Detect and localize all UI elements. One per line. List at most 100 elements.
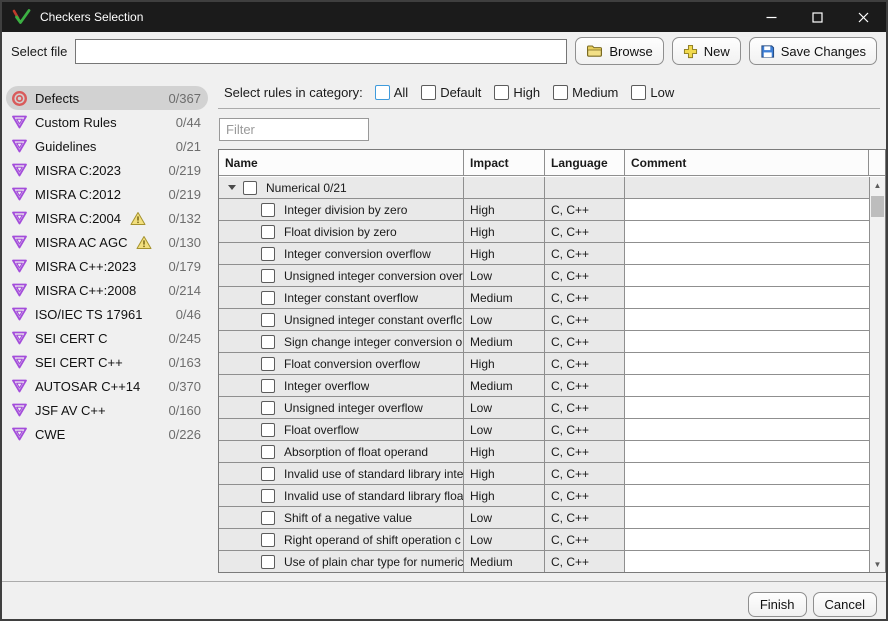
impact-cell: High: [464, 485, 545, 506]
comment-cell[interactable]: [625, 243, 869, 264]
comment-cell[interactable]: [625, 265, 869, 286]
new-button[interactable]: New: [672, 37, 741, 65]
default-checkbox[interactable]: [421, 85, 436, 100]
rule-checkbox[interactable]: [261, 445, 275, 459]
sidebar-item-misra-c-2012[interactable]: MISRA C:20120/219: [6, 182, 208, 206]
sidebar-item-autosar-c-14[interactable]: AUTOSAR C++140/370: [6, 374, 208, 398]
cancel-button[interactable]: Cancel: [813, 592, 877, 617]
table-scrollbar[interactable]: ▲ ▼: [869, 177, 885, 572]
category-select-bar: Select rules in category: AllDefaultHigh…: [224, 81, 687, 103]
impact-cell: Low: [464, 529, 545, 550]
sidebar-item-count: 0/226: [168, 427, 201, 442]
minimize-button[interactable]: [748, 2, 794, 32]
sidebar-item-label: Custom Rules: [35, 115, 117, 130]
rule-checkbox[interactable]: [261, 203, 275, 217]
impact-cell: Low: [464, 419, 545, 440]
comment-cell[interactable]: [625, 375, 869, 396]
column-header-comment[interactable]: Comment: [625, 150, 869, 175]
triangle-icon: [11, 354, 28, 370]
sidebar-item-label: Guidelines: [35, 139, 96, 154]
sidebar-item-jsf-av-c-[interactable]: JSF AV C++0/160: [6, 398, 208, 422]
rule-checkbox[interactable]: [261, 291, 275, 305]
comment-cell[interactable]: [625, 463, 869, 484]
rule-checkbox[interactable]: [261, 247, 275, 261]
sidebar-item-defects[interactable]: Defects0/367: [6, 86, 208, 110]
browse-button[interactable]: Browse: [575, 37, 663, 65]
comment-cell[interactable]: [625, 331, 869, 352]
comment-cell[interactable]: [625, 199, 869, 220]
impact-cell: Low: [464, 397, 545, 418]
comment-cell[interactable]: [625, 485, 869, 506]
close-button[interactable]: [840, 2, 886, 32]
sidebar-item-sei-cert-c[interactable]: SEI CERT C 0/245: [6, 326, 208, 350]
sidebar-item-label: SEI CERT C: [35, 331, 107, 346]
language-cell: C, C++: [545, 221, 625, 242]
filter-input[interactable]: [219, 118, 369, 141]
comment-cell[interactable]: [625, 551, 869, 572]
column-header-language[interactable]: Language: [545, 150, 625, 175]
rule-checkbox[interactable]: [261, 401, 275, 415]
rule-checkbox[interactable]: [261, 511, 275, 525]
rule-checkbox[interactable]: [261, 489, 275, 503]
sidebar-item-label: MISRA C:2004: [35, 211, 121, 226]
rule-checkbox[interactable]: [261, 423, 275, 437]
rule-checkbox[interactable]: [261, 357, 275, 371]
name-cell: Invalid use of standard library floa: [219, 485, 464, 506]
comment-cell[interactable]: [625, 441, 869, 462]
sidebar-item-custom-rules[interactable]: Custom Rules0/44: [6, 110, 208, 134]
table-row: Float division by zeroHighC, C++: [219, 221, 869, 243]
category-option-low: Low: [631, 85, 674, 100]
sidebar-item-misra-c-2004[interactable]: MISRA C:20040/132: [6, 206, 208, 230]
sidebar-item-misra-c-2023[interactable]: MISRA C:20230/219: [6, 158, 208, 182]
folder-icon: [586, 44, 603, 58]
sidebar-item-cwe[interactable]: CWE0/226: [6, 422, 208, 446]
sidebar-item-guidelines[interactable]: Guidelines0/21: [6, 134, 208, 158]
comment-cell[interactable]: [625, 529, 869, 550]
all-checkbox[interactable]: [375, 85, 390, 100]
sidebar-item-count: 0/245: [168, 331, 201, 346]
high-checkbox[interactable]: [494, 85, 509, 100]
rule-name: Integer division by zero: [284, 203, 407, 217]
comment-cell[interactable]: [625, 309, 869, 330]
comment-cell[interactable]: [625, 397, 869, 418]
comment-cell[interactable]: [625, 353, 869, 374]
name-cell: Sign change integer conversion o: [219, 331, 464, 352]
column-header-impact[interactable]: Impact: [464, 150, 545, 175]
save-changes-button[interactable]: Save Changes: [749, 37, 877, 65]
rule-checkbox[interactable]: [261, 555, 275, 569]
scroll-down-icon[interactable]: ▼: [870, 556, 885, 572]
sidebar-item-misra-c-2023[interactable]: MISRA C++:20230/179: [6, 254, 208, 278]
low-checkbox[interactable]: [631, 85, 646, 100]
medium-checkbox[interactable]: [553, 85, 568, 100]
rule-checkbox[interactable]: [261, 379, 275, 393]
comment-cell[interactable]: [625, 287, 869, 308]
rule-checkbox[interactable]: [261, 533, 275, 547]
comment-cell[interactable]: [625, 177, 869, 198]
rule-name: Absorption of float operand: [284, 445, 428, 459]
sidebar-item-iso-iec-ts-17961[interactable]: ISO/IEC TS 179610/46: [6, 302, 208, 326]
impact-cell: High: [464, 221, 545, 242]
rule-checkbox[interactable]: [261, 335, 275, 349]
finish-button[interactable]: Finish: [748, 592, 807, 617]
table-row: Shift of a negative valueLowC, C++: [219, 507, 869, 529]
group-checkbox[interactable]: [243, 181, 257, 195]
rule-checkbox[interactable]: [261, 269, 275, 283]
sidebar-item-sei-cert-c-[interactable]: SEI CERT C++0/163: [6, 350, 208, 374]
rule-checkbox[interactable]: [261, 467, 275, 481]
comment-cell[interactable]: [625, 507, 869, 528]
rule-checkbox[interactable]: [261, 225, 275, 239]
impact-cell: High: [464, 243, 545, 264]
expander-icon[interactable]: [228, 185, 236, 190]
column-header-name[interactable]: Name: [219, 150, 464, 175]
scrollbar-thumb[interactable]: [871, 196, 884, 217]
scroll-up-icon[interactable]: ▲: [870, 177, 885, 193]
maximize-button[interactable]: [794, 2, 840, 32]
sidebar-item-misra-ac-agc[interactable]: MISRA AC AGC0/130: [6, 230, 208, 254]
comment-cell[interactable]: [625, 221, 869, 242]
rule-checkbox[interactable]: [261, 313, 275, 327]
app-logo-icon: [12, 9, 31, 25]
sidebar-item-count: 0/219: [168, 163, 201, 178]
sidebar-item-misra-c-2008[interactable]: MISRA C++:20080/214: [6, 278, 208, 302]
comment-cell[interactable]: [625, 419, 869, 440]
file-path-input[interactable]: [75, 39, 567, 64]
